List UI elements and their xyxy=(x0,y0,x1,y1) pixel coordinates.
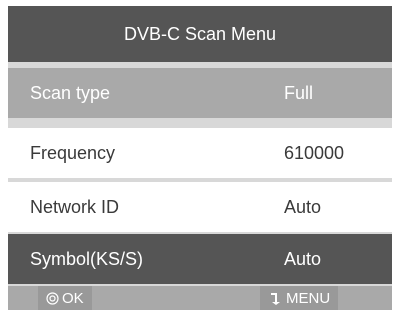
return-arrow-icon xyxy=(268,291,282,305)
network-id-value[interactable]: Auto xyxy=(284,197,321,218)
scan-type-label: Scan type xyxy=(30,82,111,103)
ok-circle-icon xyxy=(46,291,59,305)
frequency-row[interactable]: Frequency 610000 xyxy=(8,128,392,178)
network-id-label: Network ID xyxy=(30,196,120,217)
menu-label: MENU xyxy=(286,289,331,307)
menu-button[interactable]: MENU xyxy=(260,286,339,310)
ok-button[interactable]: OK xyxy=(38,286,92,310)
scan-type-row[interactable]: Scan type Full xyxy=(8,68,392,118)
ok-label: OK xyxy=(62,289,84,307)
network-id-row[interactable]: Network ID Auto xyxy=(8,182,392,232)
scan-type-value[interactable]: Full xyxy=(284,83,313,104)
menu-footer: OK MENU xyxy=(8,286,392,310)
dvbc-scan-menu: DVB-C Scan Menu Scan type Full Frequency… xyxy=(8,6,392,310)
symbol-rate-label: Symbol(KS/S) xyxy=(30,248,144,269)
frequency-value[interactable]: 610000 xyxy=(284,143,344,164)
symbol-rate-row[interactable]: Symbol(KS/S) Auto xyxy=(8,234,392,284)
symbol-rate-value[interactable]: Auto xyxy=(284,249,321,270)
frequency-label: Frequency xyxy=(30,142,116,163)
menu-title: DVB-C Scan Menu xyxy=(8,6,392,62)
